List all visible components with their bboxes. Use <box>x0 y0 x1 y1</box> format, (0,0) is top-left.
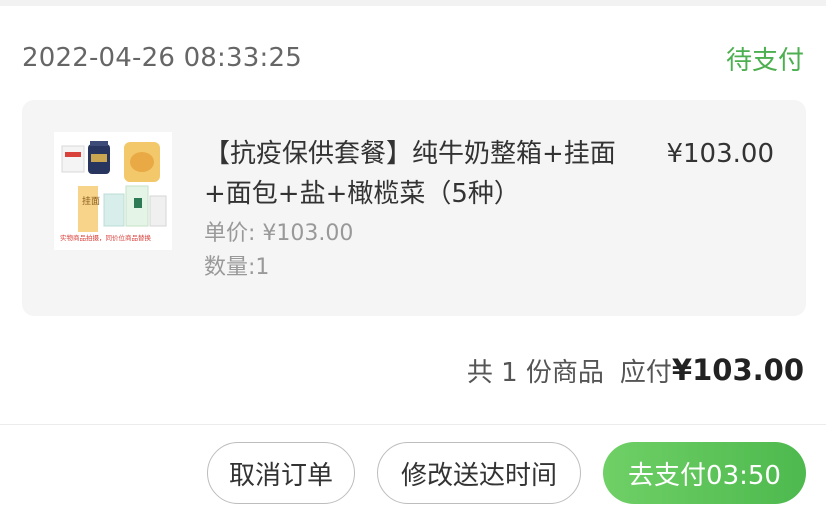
product-image-caption: 实物商品拍摄，同价位商品替换 <box>60 233 152 242</box>
product-unit-price: 单价: ¥103.00 <box>204 221 354 246</box>
product-image-label: 挂面 <box>82 195 100 207</box>
order-status: 待支付 <box>725 45 804 76</box>
product-image-graphic: 挂面 实物商品拍摄，同价位商品替换 <box>54 132 172 250</box>
product-card[interactable]: 挂面 实物商品拍摄，同价位商品替换 【抗疫保供套餐】纯牛奶整箱+挂面+面包+盐+… <box>22 100 806 316</box>
modify-delivery-time-button[interactable]: 修改送达时间 <box>377 442 581 504</box>
cancel-order-button[interactable]: 取消订单 <box>207 442 355 504</box>
total-label: 应付 <box>619 357 672 388</box>
total-amount: ¥103.00 <box>671 353 804 387</box>
product-quantity: 数量:1 <box>204 255 270 280</box>
item-count: 共 1 份商品 <box>466 357 604 388</box>
divider <box>0 424 826 425</box>
pay-button[interactable]: 去支付03:50 <box>603 442 806 504</box>
order-header: 2022-04-26 08:33:25 待支付 <box>22 38 804 78</box>
product-name[interactable]: 【抗疫保供套餐】纯牛奶整箱+挂面+面包+盐+橄榄菜（5种） <box>204 134 644 214</box>
product-price: ¥103.00 <box>666 139 774 169</box>
order-time: 2022-04-26 08:33:25 <box>22 43 302 73</box>
order-summary: 共 1 份商品 应付 ¥103.00 <box>467 350 804 390</box>
top-separator <box>0 0 826 6</box>
product-image[interactable]: 挂面 实物商品拍摄，同价位商品替换 <box>54 132 172 250</box>
